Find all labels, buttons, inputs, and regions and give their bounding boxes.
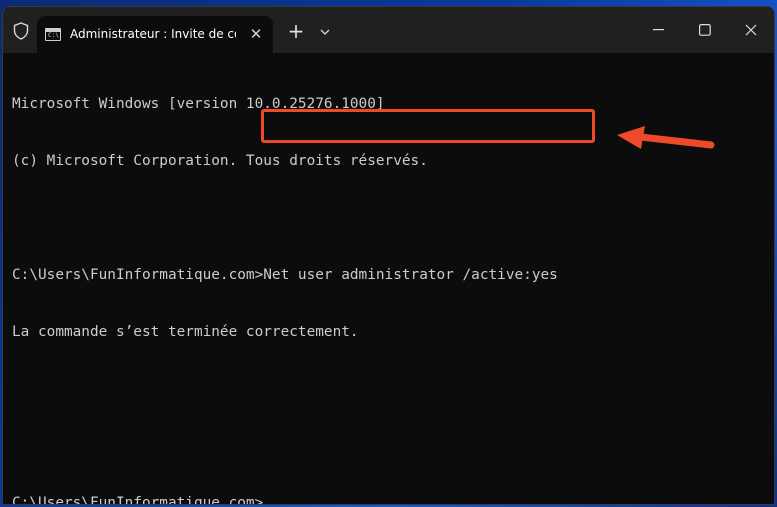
prompt-line: C:\Users\FunInformatique.com> [12,495,264,505]
minimize-icon [653,29,664,31]
command-highlight-box [261,109,595,143]
console-line: La commande s’est terminée correctement. [12,324,359,340]
tab-title: Administrateur : Invite de con [70,27,236,41]
tab-close-button[interactable]: ✕ [245,24,267,44]
minimize-button[interactable] [639,15,679,45]
chevron-down-icon [320,29,330,35]
maximize-button[interactable] [685,15,725,45]
command-line: C:\Users\FunInformatique.com>Net user ad… [12,267,558,283]
new-tab-button[interactable]: + [284,21,308,43]
arrow-left-icon [617,126,715,149]
close-icon [745,24,757,36]
title-bar[interactable]: C:\ Administrateur : Invite de con ✕ + [3,7,774,54]
shield-icon [11,21,31,41]
tab-admin-cmd[interactable]: C:\ Administrateur : Invite de con ✕ [37,16,273,54]
tab-dropdown-button[interactable] [314,22,336,42]
terminal-icon: C:\ [45,28,61,41]
terminal-window: C:\ Administrateur : Invite de con ✕ + M… [2,6,775,505]
maximize-icon [699,24,711,36]
close-button[interactable] [731,15,771,45]
